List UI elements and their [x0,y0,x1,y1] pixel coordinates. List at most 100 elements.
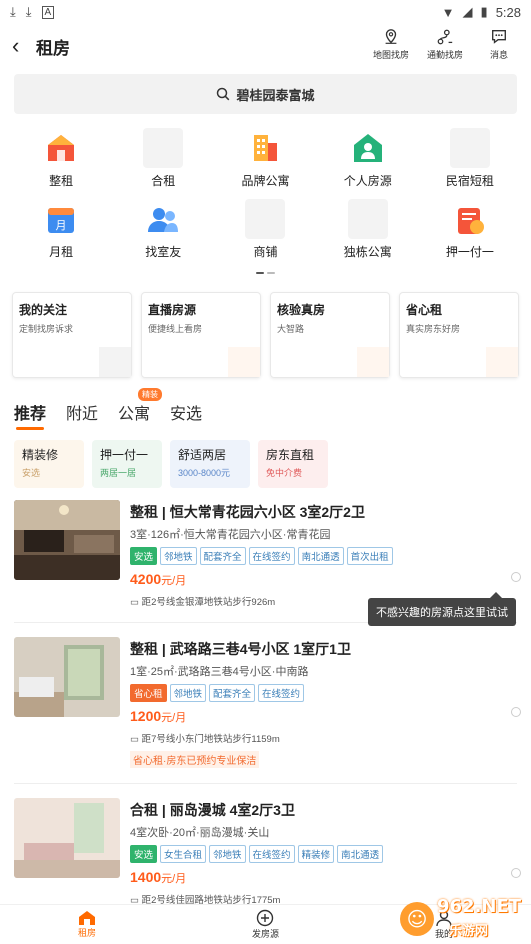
quick-filters: 精装修 安选 押一付一 两居一居 舒适两居 3000-8000元 房东直租 免中… [0,440,531,488]
calendar-icon: 月 [41,199,81,239]
a-icon: A [41,5,55,19]
filter-comfort-two-room[interactable]: 舒适两居 3000-8000元 [170,440,250,488]
tag: 邻地铁 [160,547,197,565]
map-search-button[interactable]: 地图找房 [371,28,411,61]
listing-price: 4200元/月 [130,571,187,587]
tag: 在线签约 [258,684,305,702]
listing-desc: 3室·126㎡·恒大常青花园六小区·常青花园 [130,529,331,541]
listing-title: 合租 | 丽岛漫城 4室2厅3卫 [130,802,295,818]
map-pin-icon [385,29,397,44]
wallet-icon [450,199,490,239]
tab-badge: 精装 [138,388,163,401]
dislike-icon[interactable] [511,707,521,717]
listing-tags: 安选 女生合租 邻地铁 在线签约 精装修 南北通透 [130,845,517,863]
page-indicator [0,272,531,274]
divider [14,783,517,784]
category-standalone-apartment[interactable]: 独栋公寓 [317,199,419,260]
list-item[interactable]: 整租 | 恒大常青花园六小区 3室2厅2卫 3室·126㎡·恒大常青花园六小区·… [0,500,531,608]
svg-text:☺: ☺ [407,907,428,931]
placeholder-icon [347,199,388,239]
category-brand-apartment[interactable]: 品牌公寓 [214,128,316,189]
house-icon [41,128,81,168]
page-title: 租房 [36,38,70,58]
tag: 南北通透 [337,845,384,863]
tag: 在线签约 [248,547,295,565]
filter-landlord-direct[interactable]: 房东直租 免中介费 [258,440,328,488]
category-whole-rent[interactable]: 整租 [10,128,112,189]
tag: 在线签约 [248,845,295,863]
category-deposit-one[interactable]: 押一付一 [419,199,521,260]
card-image [99,347,131,377]
status-bar: ⤓ ⤓ A ▼ ◢ ▮ 5:28 [0,0,531,24]
download-icon: ⤓ [25,4,32,19]
listing-note: 省心租·房东已预约专业保洁 [130,751,260,768]
dislike-tooltip: 不感兴趣的房源点这里试试 [368,592,516,626]
wifi-icon: ▼ [441,4,455,20]
watermark-main: 962.NET [437,896,522,917]
placeholder-icon [449,128,490,168]
tag: 安选 [130,845,158,863]
listing-photo [14,798,120,878]
tag: 南北通透 [297,547,344,565]
dislike-icon[interactable] [511,868,521,878]
listing-tags: 安选 邻地铁 配套齐全 在线签约 南北通透 首次出租 [130,547,517,565]
building-icon [245,128,285,168]
house-icon [78,911,95,925]
download-icon: ⤓ [10,4,16,19]
metro-icon: ▭ [130,597,142,608]
message-icon [492,30,506,44]
promo-card-follow[interactable]: 我的关注 定制找房诉求 [12,292,132,378]
nav-post-listing[interactable]: 发房源 [252,909,279,940]
placeholder-icon [143,128,184,168]
listing-price: 1400元/月 [130,869,187,885]
search-icon [217,87,230,101]
tag: 精装修 [297,845,335,863]
card-image [228,347,260,377]
list-item[interactable]: 整租 | 武珞路三巷4号小区 1室厅1卫 1室·25㎡·武珞路三巷4号小区·中南… [0,637,531,769]
feed-tabs: 推荐 附近 公寓 精装 安选 [0,388,531,430]
listing-desc: 1室·25㎡·武珞路三巷4号小区·中南路 [130,666,309,678]
category-find-roommate[interactable]: 找室友 [112,199,214,260]
list-item[interactable]: 合租 | 丽岛漫城 4室2厅3卫 4室次卧·20㎡·丽岛漫城·关山 安选 女生合… [0,798,531,906]
dislike-icon[interactable] [511,572,521,582]
listing-photo [14,637,120,717]
promo-card-verified[interactable]: 核验真房 大智路 [270,292,390,378]
commute-search-button[interactable]: 通勤找房 [425,28,465,61]
roommate-icon [143,199,183,239]
tag: 邻地铁 [209,845,246,863]
messages-button[interactable]: 消息 [479,28,519,61]
card-image [486,347,518,377]
top-bar: ‹ 租房 地图找房 通勤找房 消息 [0,24,531,68]
tab-nearby[interactable]: 附近 [66,400,98,430]
tag: 配套齐全 [209,684,256,702]
battery-icon: ▮ [480,4,488,19]
promo-card-live[interactable]: 直播房源 便捷线上看房 [141,292,261,378]
search-input[interactable]: 碧桂园泰富城 [14,74,517,114]
commute-icon [437,29,453,45]
tab-apartment[interactable]: 公寓 精装 [118,388,163,430]
tab-recommend[interactable]: 推荐 [14,400,46,430]
filter-fine-decoration[interactable]: 精装修 安选 [14,440,84,488]
placeholder-icon [245,199,286,239]
category-personal-listing[interactable]: 个人房源 [317,128,419,189]
category-short-stay[interactable]: 民宿短租 [419,128,521,189]
category-monthly-rent[interactable]: 月 月租 [10,199,112,260]
plus-circle-icon [257,909,274,927]
card-image [357,347,389,377]
watermark-sub: 乐游网 [449,923,489,938]
filter-deposit-one[interactable]: 押一付一 两居一居 [92,440,162,488]
tag: 邻地铁 [169,684,207,702]
listing-tags: 省心租 邻地铁 配套齐全 在线签约 [130,684,517,702]
promo-card-worry-free[interactable]: 省心租 真实房东好房 [399,292,519,378]
tag: 首次出租 [346,547,393,565]
back-arrow-icon[interactable]: ‹ [12,33,32,59]
svg-text:月: 月 [56,219,67,232]
tab-safe-pick[interactable]: 安选 [170,400,202,430]
category-shop[interactable]: 商铺 [214,199,316,260]
tag: 安选 [130,547,158,565]
nav-rent[interactable]: 租房 [78,910,96,939]
listing-metro: ▭ 距7号线小东门地铁站步行1159m [130,734,280,745]
search-text: 碧桂园泰富城 [236,87,315,103]
category-shared-rent[interactable]: 合租 [112,128,214,189]
listing-photo [14,500,120,580]
